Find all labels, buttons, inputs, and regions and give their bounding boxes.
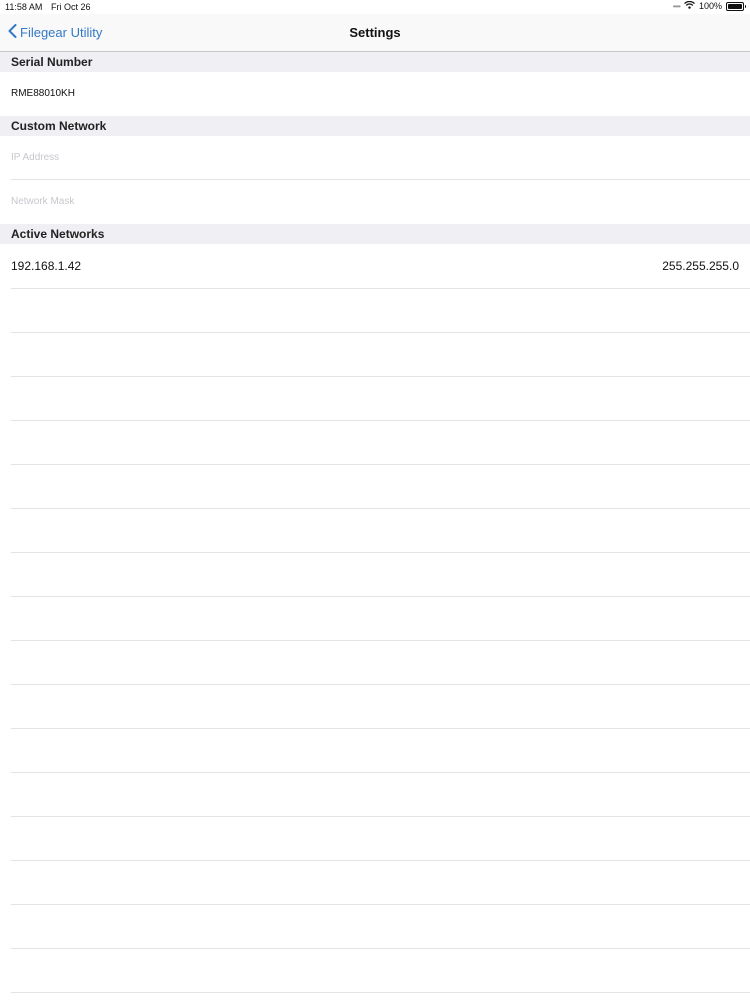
network-mask-field[interactable]: Network Mask	[0, 180, 750, 224]
table-separator	[11, 772, 750, 773]
table-separator	[11, 552, 750, 553]
table-separator	[11, 596, 750, 597]
ip-address-field[interactable]: IP Address	[0, 136, 750, 180]
table-separator	[11, 376, 750, 377]
status-date: Fri Oct 26	[51, 2, 91, 12]
table-separator	[11, 332, 750, 333]
active-network-ip: 192.168.1.42	[11, 259, 82, 273]
page-title: Settings	[349, 25, 401, 40]
serial-number-row: RME88010KH	[0, 72, 750, 116]
table-separator	[11, 640, 750, 641]
signal-icon: ••••	[672, 1, 681, 11]
table-separator	[11, 992, 750, 993]
serial-number-value: RME88010KH	[11, 88, 75, 99]
table-separator	[11, 684, 750, 685]
battery-percent: 100%	[698, 1, 722, 11]
table-separator	[11, 948, 750, 949]
section-header-custom-network: Custom Network	[0, 116, 750, 136]
table-separator	[11, 728, 750, 729]
active-network-mask: 255.255.255.0	[662, 259, 739, 273]
table-separator	[11, 420, 750, 421]
table-separator	[11, 860, 750, 861]
table-separator	[11, 288, 750, 289]
table-separator	[11, 816, 750, 817]
network-mask-placeholder: Network Mask	[11, 196, 75, 207]
section-header-serial-number: Serial Number	[0, 52, 750, 72]
table-separator	[11, 904, 750, 905]
active-network-row[interactable]: 192.168.1.42 255.255.255.0	[0, 244, 750, 288]
status-time: 11:58 AM	[5, 2, 43, 12]
status-right: •••• 100%	[672, 0, 746, 11]
table-separator	[11, 508, 750, 509]
table-separator	[11, 464, 750, 465]
navigation-bar: Filegear Utility Settings	[0, 14, 750, 52]
status-bar: 11:58 AM Fri Oct 26 •••• 100%	[0, 0, 750, 14]
battery-icon	[726, 1, 746, 11]
ip-address-placeholder: IP Address	[11, 152, 60, 163]
wifi-icon	[684, 0, 695, 11]
section-header-active-networks: Active Networks	[0, 224, 750, 244]
